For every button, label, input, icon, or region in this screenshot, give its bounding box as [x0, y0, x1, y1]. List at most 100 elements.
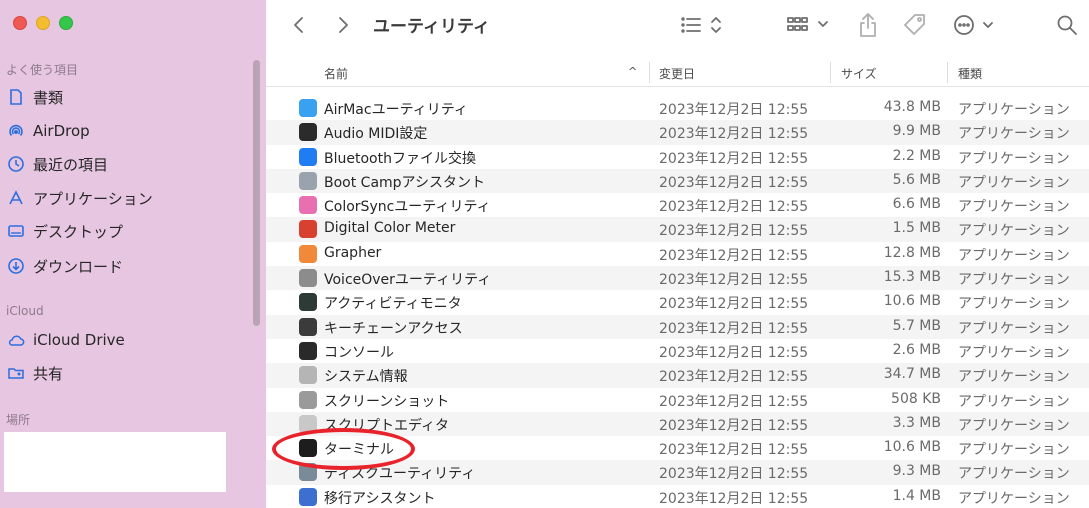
file-size: 5.7 MB [892, 317, 941, 334]
chevron-right-icon [339, 17, 348, 33]
app-icon [299, 147, 317, 166]
sidebar-item-shared[interactable]: 共有 [6, 360, 246, 386]
table-row[interactable]: Boot Campアシスタント 2023年12月2日 12:55 5.6 MB アプリ… [266, 168, 1089, 194]
sidebar-item-downloads[interactable]: ダウンロード [6, 253, 246, 279]
column-date[interactable]: 変更日 [659, 65, 695, 82]
sidebar-item-documents[interactable]: 書類 [6, 84, 246, 110]
file-date: 2023年12月2日 12:55 [659, 490, 809, 507]
sidebar-item-desktop[interactable]: デスクトップ [6, 218, 246, 244]
table-row[interactable]: Audio MIDI設定 2023年12月2日 12:55 9.9 MB アプリケーシ… [266, 120, 1089, 145]
sidebar-item-recents[interactable]: 最近の項目 [6, 151, 246, 177]
document-icon [6, 87, 26, 107]
search-button[interactable] [1054, 12, 1080, 38]
icloud-section-title: iCloud [6, 304, 44, 318]
file-name: アクティビティモニタ [324, 296, 462, 313]
file-kind: アプリケーション [958, 150, 1070, 167]
app-icon [299, 123, 317, 142]
file-name: コンソール [324, 344, 394, 361]
minimize-window-button[interactable] [36, 16, 50, 30]
app-icon [299, 99, 317, 117]
sidebar-item-applications[interactable]: アプリケーション [6, 185, 246, 211]
file-size: 5.6 MB [892, 171, 941, 188]
file-name: 移行アシスタント [324, 490, 436, 507]
app-icon [299, 439, 317, 458]
table-row[interactable]: ColorSyncユーティリティ 2023年12月2日 12:55 6.6 MB アプ… [266, 193, 1089, 217]
column-header: 名前 ^ 変更日 サイズ 種類 [266, 58, 1089, 87]
app-icon [299, 390, 317, 409]
table-row[interactable]: Digital Color Meter 2023年12月2日 12:55 1.5 M… [266, 217, 1089, 242]
column-size[interactable]: サイズ [841, 65, 877, 82]
column-divider[interactable] [830, 62, 831, 83]
window-title: ユーティリティ [373, 17, 490, 37]
search-icon [1057, 15, 1077, 35]
column-name[interactable]: 名前 [324, 65, 348, 82]
shared-folder-icon [6, 363, 26, 383]
file-kind: アプリケーション [958, 442, 1070, 459]
table-row[interactable]: VoiceOverユーティリティ 2023年12月2日 12:55 15.3 MB ア… [266, 266, 1089, 291]
column-kind[interactable]: 種類 [958, 65, 982, 82]
file-size: 34.7 MB [883, 366, 941, 383]
file-kind: アプリケーション [958, 369, 1070, 386]
file-name: スクリプトエディタ [324, 417, 450, 434]
tag-button[interactable] [900, 10, 930, 40]
column-divider[interactable] [947, 62, 948, 83]
file-name: スクリーンショット [324, 393, 450, 410]
action-menu-button[interactable] [952, 12, 998, 38]
file-kind: アプリケーション [958, 466, 1070, 483]
column-divider[interactable] [649, 62, 650, 83]
file-size: 9.9 MB [892, 123, 941, 140]
forward-button[interactable] [332, 12, 354, 38]
table-row[interactable]: キーチェーンアクセス 2023年12月2日 12:55 5.7 MB アプリケーション [266, 314, 1089, 339]
table-row[interactable]: コンソール 2023年12月2日 12:55 2.6 MB アプリケーション [266, 339, 1089, 363]
app-icon [299, 463, 317, 482]
file-kind: アプリケーション [958, 174, 1070, 191]
sidebar-item-label: アプリケーション [33, 189, 153, 208]
zoom-window-button[interactable] [59, 16, 73, 30]
table-row[interactable]: システム情報 2023年12月2日 12:55 34.7 MB アプリケーション [266, 363, 1089, 388]
table-row[interactable]: Bluetoothファイル交換 2023年12月2日 12:55 2.2 MB アプリ… [266, 145, 1089, 169]
sidebar-item-airdrop[interactable]: AirDrop [6, 118, 246, 144]
table-row[interactable]: Grapher 2023年12月2日 12:55 12.8 MB アプリケーション [266, 242, 1089, 266]
file-date: 2023年12月2日 12:55 [659, 174, 809, 191]
tag-icon [904, 14, 925, 35]
file-date: 2023年12月2日 12:55 [659, 126, 809, 143]
file-size: 2.6 MB [892, 341, 941, 358]
table-row[interactable]: ディスクユーティリティ 2023年12月2日 12:55 9.3 MB アプリケーショ… [266, 460, 1089, 485]
table-row[interactable]: AirMacユーティリティ 2023年12月2日 12:55 43.8 MB アプリケ… [266, 96, 1089, 120]
file-size: 2.2 MB [892, 147, 941, 164]
file-name: Boot Campアシスタント [324, 174, 485, 191]
file-size: 1.5 MB [892, 220, 941, 237]
app-icon [299, 414, 317, 433]
table-row[interactable]: 移行アシスタント 2023年12月2日 12:55 1.4 MB アプリケーション [266, 485, 1089, 508]
file-kind: アプリケーション [958, 247, 1070, 264]
close-window-button[interactable] [13, 16, 27, 30]
ellipsis-circle-icon [954, 15, 993, 35]
view-options-button[interactable] [678, 12, 724, 38]
file-name: システム情報 [324, 369, 408, 386]
table-row[interactable]: スクリプトエディタ 2023年12月2日 12:55 3.3 MB アプリケーション [266, 411, 1089, 437]
file-name: ColorSyncユーティリティ [324, 199, 491, 216]
table-row[interactable]: ターミナル 2023年12月2日 12:55 10.6 MB アプリケーション [266, 436, 1089, 460]
sidebar-item-icloud-drive[interactable]: iCloud Drive [6, 327, 246, 353]
sort-ascending-icon[interactable]: ^ [628, 65, 637, 78]
sidebar-item-label: 共有 [33, 364, 64, 383]
group-button[interactable] [786, 12, 832, 38]
file-list: AirMacユーティリティ 2023年12月2日 12:55 43.8 MB アプリケ… [266, 96, 1089, 508]
sidebar-scrollbar[interactable] [253, 60, 260, 326]
file-size: 3.3 MB [892, 414, 941, 431]
table-row[interactable]: スクリーンショット 2023年12月2日 12:55 508 KB アプリケーション [266, 388, 1089, 412]
file-name: Digital Color Meter [324, 220, 456, 237]
sidebar-item-label: 書類 [33, 88, 64, 107]
share-button[interactable] [855, 10, 881, 40]
file-date: 2023年12月2日 12:55 [659, 442, 809, 459]
file-size: 508 KB [891, 390, 941, 407]
file-date: 2023年12月2日 12:55 [659, 344, 809, 361]
file-date: 2023年12月2日 12:55 [659, 417, 809, 434]
table-row[interactable]: アクティビティモニタ 2023年12月2日 12:55 10.6 MB アプリケーショ… [266, 290, 1089, 314]
toolbar: ユーティリティ [266, 0, 1089, 52]
share-icon [860, 13, 876, 37]
file-date: 2023年12月2日 12:55 [659, 296, 809, 313]
back-button[interactable] [288, 12, 310, 38]
file-name: AirMacユーティリティ [324, 102, 468, 118]
file-date: 2023年12月2日 12:55 [659, 272, 809, 289]
